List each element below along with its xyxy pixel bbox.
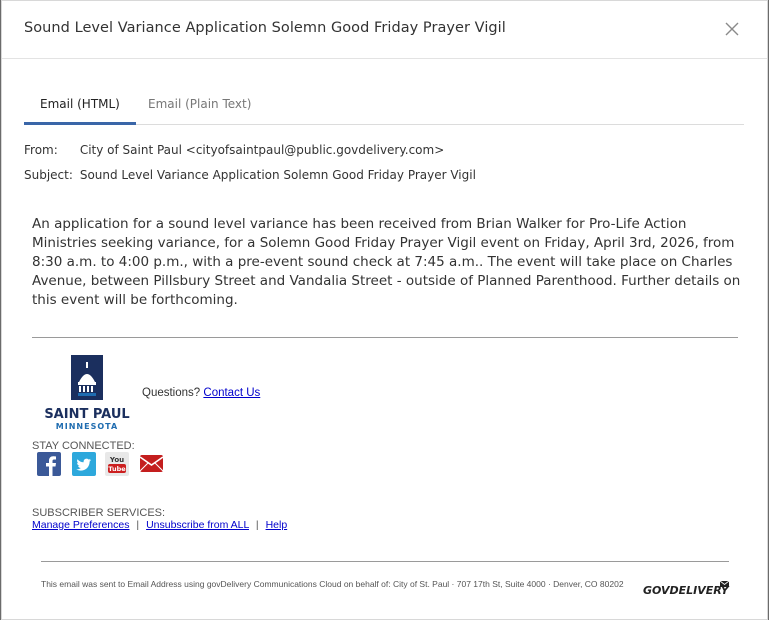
- modal-header: Sound Level Variance Application Solemn …: [2, 1, 767, 59]
- questions-line: Questions? Contact Us: [142, 387, 260, 399]
- link-separator: |: [255, 519, 259, 531]
- logo-line2: MINNESOTA: [56, 422, 118, 431]
- from-value: City of Saint Paul <cityofsaintpaul@publ…: [79, 143, 445, 157]
- divider: [32, 337, 738, 338]
- email-body-text: An application for a sound level varianc…: [32, 216, 741, 308]
- from-label: From:: [24, 143, 58, 157]
- svg-text:You: You: [109, 456, 124, 464]
- email-icon[interactable]: [139, 452, 165, 476]
- modal-title: Sound Level Variance Application Solemn …: [24, 20, 506, 36]
- subject-label: Subject:: [24, 168, 73, 182]
- govdelivery-wordmark: GOVDELIVERY: [643, 584, 730, 594]
- tab-email-plain-text[interactable]: Email (Plain Text): [132, 97, 267, 124]
- help-link[interactable]: Help: [266, 519, 288, 531]
- saint-paul-logo: SAINT PAUL MINNESOTA: [40, 354, 135, 434]
- close-icon[interactable]: [722, 19, 742, 39]
- manage-preferences-link[interactable]: Manage Preferences: [32, 519, 129, 531]
- stay-connected-label: STAY CONNECTED:: [32, 440, 135, 452]
- logo-line1: SAINT PAUL: [44, 407, 129, 422]
- link-separator: |: [136, 519, 140, 531]
- footer-disclaimer: This email was sent to Email Address usi…: [41, 579, 624, 589]
- tab-bar: Email (HTML) Email (Plain Text): [24, 89, 744, 125]
- contact-us-link[interactable]: Contact Us: [203, 387, 260, 399]
- twitter-icon[interactable]: [72, 452, 96, 476]
- unsubscribe-link[interactable]: Unsubscribe from ALL: [146, 519, 249, 531]
- facebook-icon[interactable]: [37, 452, 61, 476]
- svg-text:Tube: Tube: [108, 465, 126, 473]
- from-row: From: City of Saint Paul <cityofsaintpau…: [24, 143, 444, 157]
- tab-email-html[interactable]: Email (HTML): [24, 97, 136, 125]
- footer-divider: [41, 561, 729, 562]
- questions-label: Questions?: [142, 387, 201, 399]
- subscriber-services-label: SUBSCRIBER SERVICES:: [32, 507, 166, 519]
- youtube-icon[interactable]: You Tube: [105, 452, 129, 476]
- govdelivery-logo: GOVDELIVERY: [643, 579, 733, 597]
- subscriber-links: Manage Preferences | Unsubscribe from AL…: [32, 519, 287, 531]
- subject-row: Subject: Sound Level Variance Applicatio…: [24, 168, 476, 182]
- email-preview-modal: Sound Level Variance Application Solemn …: [1, 0, 768, 620]
- subject-value: Sound Level Variance Application Solemn …: [79, 168, 476, 182]
